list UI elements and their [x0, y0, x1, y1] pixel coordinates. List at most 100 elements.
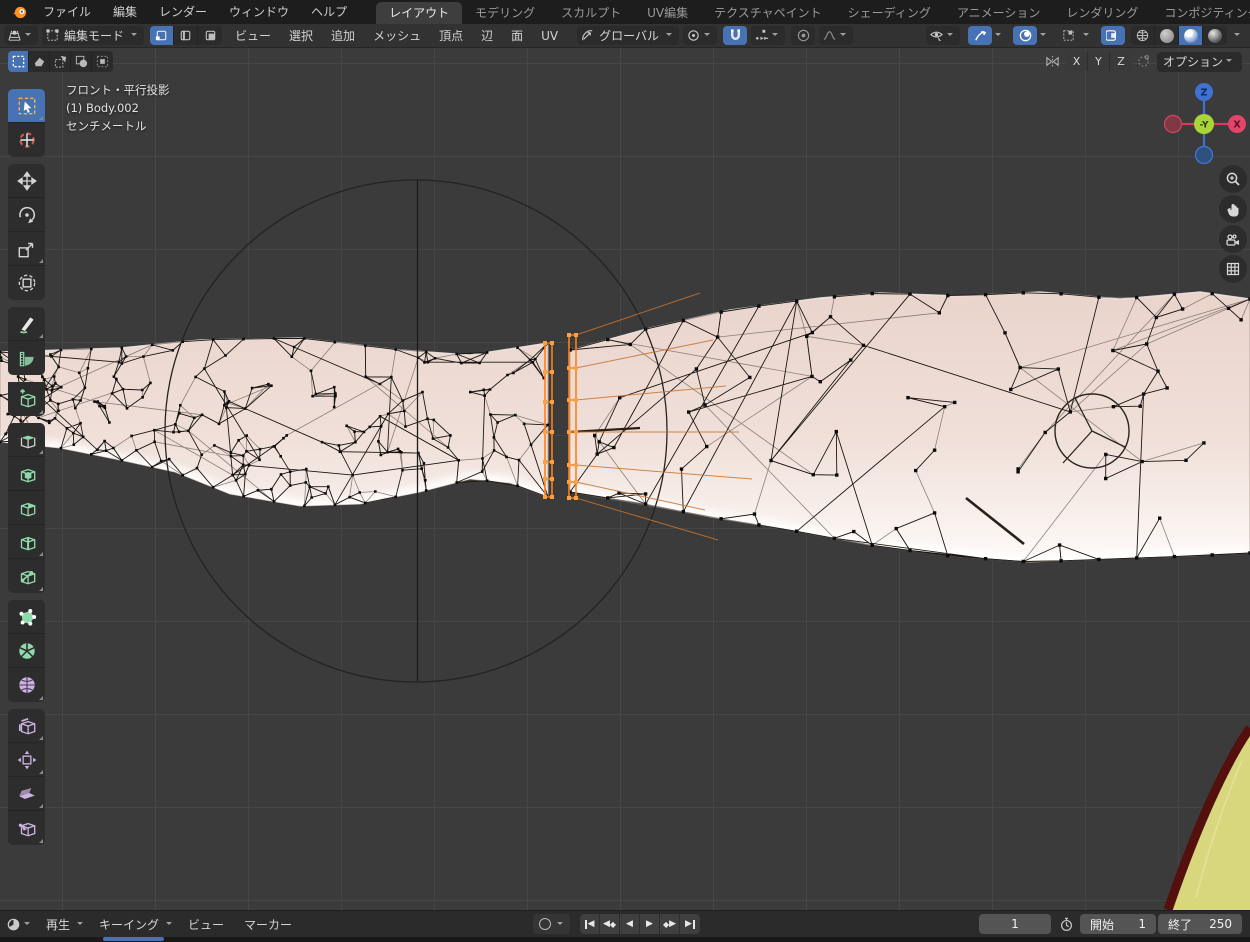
- chevron-down-icon[interactable]: [556, 920, 565, 929]
- tool-bevel[interactable]: [8, 491, 45, 525]
- camera-view-button[interactable]: [1219, 225, 1247, 253]
- workspace-tab-6[interactable]: アニメーション: [944, 2, 1054, 24]
- shading-solid-button[interactable]: [1155, 26, 1179, 45]
- tool-annotate[interactable]: [8, 307, 45, 341]
- navigation-gizmo[interactable]: Z X -Y: [1160, 80, 1250, 170]
- tool-move[interactable]: [8, 164, 45, 198]
- mode-dropdown[interactable]: 編集モード: [42, 26, 144, 45]
- workspace-tab-7[interactable]: レンダリング: [1053, 2, 1151, 24]
- tool-select-box[interactable]: [8, 89, 45, 123]
- topology-mirror-icon[interactable]: [1136, 54, 1151, 69]
- viewport-menu-5[interactable]: 辺: [472, 24, 502, 48]
- viewport-menu-3[interactable]: メッシュ: [364, 24, 430, 48]
- proportional-falloff-dropdown[interactable]: [819, 26, 853, 45]
- workspace-tab-1[interactable]: モデリング: [462, 2, 548, 24]
- tool-edge-slide[interactable]: [8, 709, 45, 743]
- tool-spin[interactable]: [8, 634, 45, 668]
- viewport-3d[interactable]: [0, 48, 1250, 910]
- select-set-button[interactable]: [8, 51, 29, 72]
- zoom-button[interactable]: [1219, 165, 1247, 193]
- chevron-down-icon[interactable]: [1082, 31, 1091, 40]
- jump-to-end-button[interactable]: ▶: [680, 914, 700, 934]
- mirror-axis-y[interactable]: Y: [1088, 52, 1110, 71]
- edge-select-button[interactable]: [174, 26, 198, 45]
- tool-poly-build[interactable]: [8, 600, 45, 634]
- shading-wireframe-button[interactable]: [1131, 26, 1155, 45]
- show-object-types-dropdown[interactable]: [926, 26, 960, 45]
- viewport-menu-7[interactable]: UV: [532, 24, 567, 48]
- play-reverse-button[interactable]: ◀: [620, 914, 640, 934]
- select-subtract-button[interactable]: [50, 51, 71, 72]
- viewport-menu-6[interactable]: 面: [502, 24, 532, 48]
- chevron-down-icon[interactable]: [994, 31, 1003, 40]
- xray-toggle[interactable]: [1101, 26, 1125, 45]
- shading-material-button[interactable]: [1179, 26, 1203, 45]
- prev-keyframe-button[interactable]: ◀◆: [600, 914, 620, 934]
- tool-extrude-region[interactable]: [8, 423, 45, 457]
- gizmos-toggle[interactable]: [968, 26, 992, 45]
- select-invert-button[interactable]: [71, 51, 92, 72]
- jump-to-start-button[interactable]: ◀: [580, 914, 600, 934]
- frame-end-field[interactable]: 終了 250: [1158, 914, 1242, 934]
- options-dropdown[interactable]: オプション: [1157, 52, 1242, 72]
- shading-rendered-button[interactable]: [1203, 26, 1227, 45]
- tool-smooth[interactable]: [8, 668, 45, 702]
- viewport-menu-0[interactable]: ビュー: [226, 24, 280, 48]
- workspace-tab-3[interactable]: UV編集: [634, 2, 701, 24]
- workspace-tab-0[interactable]: レイアウト: [376, 2, 462, 24]
- menu-0[interactable]: ファイル: [32, 0, 102, 24]
- viewport-menu-1[interactable]: 選択: [280, 24, 322, 48]
- tool-knife[interactable]: [8, 559, 45, 593]
- workspace-tab-8[interactable]: コンポジティング: [1151, 2, 1250, 24]
- transform-orientation-dropdown[interactable]: グローバル: [577, 26, 679, 45]
- chevron-down-icon[interactable]: [1233, 31, 1242, 40]
- timeline-scrollbar[interactable]: [0, 937, 1250, 942]
- pan-hand-button[interactable]: [1219, 195, 1247, 223]
- tool-rotate[interactable]: [8, 198, 45, 232]
- tool-shear[interactable]: [8, 777, 45, 811]
- tool-transform[interactable]: [8, 266, 45, 300]
- select-extend-button[interactable]: [29, 51, 50, 72]
- workspace-tab-2[interactable]: スカルプト: [548, 2, 634, 24]
- viewport-menu-4[interactable]: 頂点: [430, 24, 472, 48]
- tool-add-cube[interactable]: [8, 382, 45, 416]
- chevron-down-icon[interactable]: [1039, 31, 1048, 40]
- blender-logo-icon[interactable]: [6, 3, 32, 21]
- playback-dropdown[interactable]: 再生: [40, 913, 89, 935]
- mirror-axis-x[interactable]: X: [1066, 52, 1088, 71]
- select-intersect-button[interactable]: [92, 51, 113, 72]
- pivot-point-dropdown[interactable]: [683, 26, 717, 45]
- tool-loop-cut[interactable]: [8, 525, 45, 559]
- workspace-tab-5[interactable]: シェーディング: [835, 2, 944, 24]
- mirror-axis-z[interactable]: Z: [1110, 52, 1132, 71]
- toggle-perspective-button[interactable]: [1219, 255, 1247, 283]
- stopwatch-icon[interactable]: [1059, 917, 1074, 932]
- current-frame-field[interactable]: 1: [979, 914, 1051, 934]
- proportional-editing-toggle[interactable]: [791, 26, 815, 45]
- keying-dropdown[interactable]: キーイング: [93, 913, 178, 935]
- viewport-menu-2[interactable]: 追加: [322, 24, 364, 48]
- play-button[interactable]: ▶: [640, 914, 660, 934]
- timeline-menu-0[interactable]: ビュー: [178, 916, 234, 933]
- scrollbar-thumb[interactable]: [103, 937, 164, 941]
- menu-2[interactable]: レンダー: [148, 0, 218, 24]
- tool-shrink-fatten[interactable]: [8, 743, 45, 777]
- snap-toggle-button[interactable]: [723, 26, 747, 45]
- next-keyframe-button[interactable]: ◆▶: [660, 914, 680, 934]
- tool-rip-region[interactable]: [8, 811, 45, 845]
- menu-4[interactable]: ヘルプ: [300, 0, 358, 24]
- vertex-select-button[interactable]: [150, 26, 174, 45]
- frame-start-field[interactable]: 開始 1: [1080, 914, 1156, 934]
- timeline-menu-1[interactable]: マーカー: [234, 916, 302, 933]
- edit-mode-overlays-dropdown[interactable]: [1056, 26, 1080, 45]
- overlays-toggle[interactable]: [1013, 26, 1037, 45]
- timeline-editor-dropdown[interactable]: [4, 913, 36, 935]
- tool-measure[interactable]: [8, 341, 45, 375]
- menu-3[interactable]: ウィンドウ: [218, 0, 300, 24]
- face-select-button[interactable]: [198, 26, 222, 45]
- workspace-tab-4[interactable]: テクスチャペイント: [701, 2, 835, 24]
- auto-keyframe-toggle[interactable]: [539, 918, 551, 930]
- editor-type-dropdown[interactable]: [4, 26, 38, 45]
- menu-1[interactable]: 編集: [102, 0, 148, 24]
- tool-inset-faces[interactable]: [8, 457, 45, 491]
